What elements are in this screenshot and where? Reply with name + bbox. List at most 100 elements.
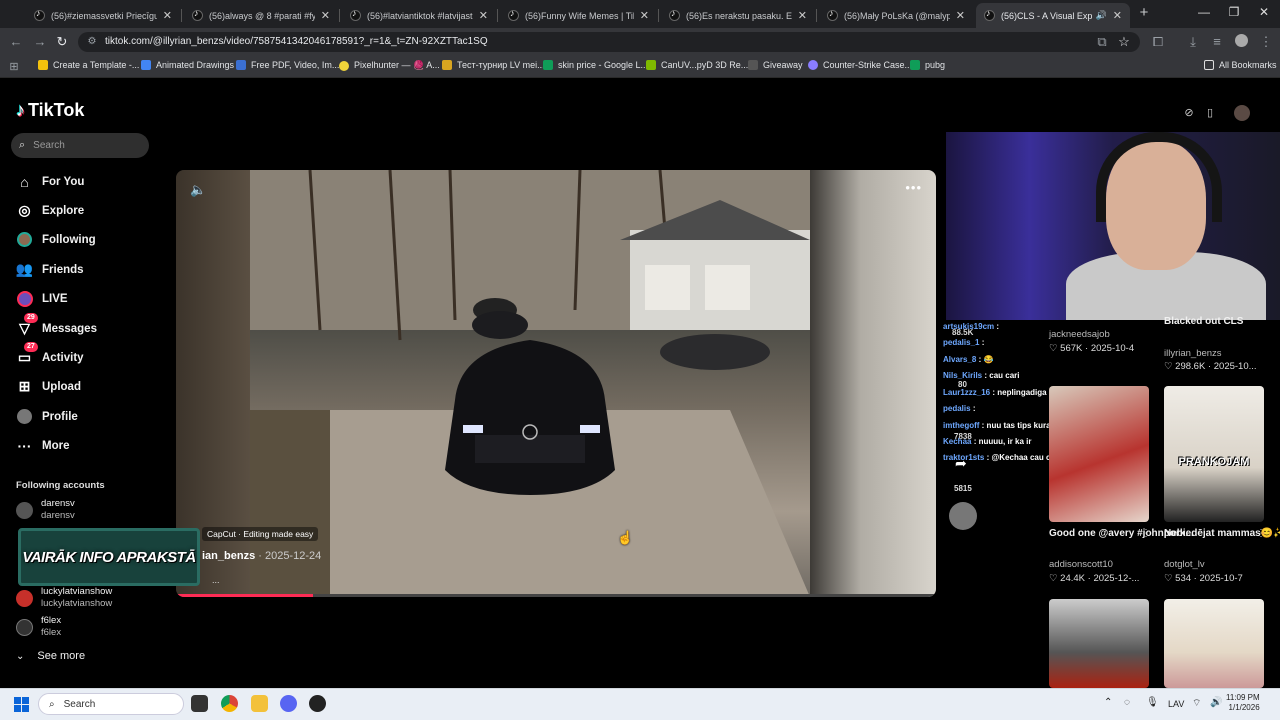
taskbar-search[interactable]: ⌕ Search [38, 693, 184, 715]
related-thumbnail[interactable] [1049, 386, 1149, 522]
close-icon[interactable]: ✕ [640, 9, 649, 22]
microphone-icon[interactable]: 🎙 [1146, 697, 1159, 708]
chrome-menu-icon[interactable]: ⋮ [1258, 34, 1274, 50]
language-indicator[interactable]: LAV [1168, 699, 1184, 709]
apps-grid-icon[interactable]: ⊞ [6, 59, 22, 75]
bookmark-item[interactable]: Pixelhunter — 🧶 A... [339, 60, 440, 71]
related-thumbnail[interactable] [1164, 599, 1264, 688]
browser-tab[interactable]: (56)Mały PoLsKa (@malypolska✕ [819, 3, 973, 28]
video-player[interactable]: 🔈 ••• CapCut · Editing made easy ian_ben… [176, 170, 936, 597]
kebab-menu-icon[interactable]: ⋮ [1141, 528, 1151, 539]
profile-avatar-icon[interactable] [1233, 34, 1249, 50]
nav-friends[interactable]: 👥 Friends [16, 261, 84, 278]
close-icon[interactable]: ✕ [956, 9, 965, 22]
following-account[interactable]: luckylatvianshow luckylatvianshow [16, 586, 112, 610]
close-icon[interactable]: ✕ [479, 9, 488, 22]
tray-chevron-icon[interactable]: ⌃ [1104, 697, 1112, 708]
video-progress-bar[interactable] [176, 594, 936, 597]
obs-icon[interactable] [309, 695, 326, 712]
bookmark-item[interactable]: skin price - Google L... [543, 60, 648, 70]
bookmark-item[interactable]: Create a Template -... [38, 60, 139, 70]
close-icon[interactable]: ✕ [163, 9, 172, 22]
browser-tab[interactable]: (56)#ziemassvetki Priecīgus Krist✕ [26, 3, 180, 28]
following-account[interactable]: f6lex f6lex [16, 615, 61, 639]
task-view-icon[interactable] [191, 695, 208, 712]
windows-start-icon[interactable] [14, 697, 29, 712]
browser-tab[interactable]: (56)Funny Wife Memes | TikTok✕ [500, 3, 657, 28]
media-control-icon[interactable]: ≡ [1209, 34, 1225, 50]
nav-messages[interactable]: ▽ 29 Messages [16, 313, 97, 337]
more-options-icon[interactable]: ••• [905, 180, 922, 195]
tiktok-logo[interactable]: ♪ TikTok [16, 100, 84, 121]
all-bookmarks-button[interactable]: All Bookmarks [1204, 60, 1277, 70]
nav-activity[interactable]: ▭ 27 Activity [16, 342, 84, 366]
see-more-button[interactable]: ⌄ See more [16, 650, 85, 662]
bookmark-item[interactable]: pubg [910, 60, 945, 70]
nav-for-you[interactable]: ⌂ For You [16, 173, 84, 190]
bookmark-star-icon[interactable]: ☆ [1116, 34, 1132, 50]
install-app-icon[interactable]: ⧉ [1094, 34, 1110, 50]
back-icon[interactable]: ← [8, 34, 24, 50]
bookmark-item[interactable]: Giveaway [748, 60, 803, 70]
browser-tab[interactable]: (56)#latviantiktok #latvijastikto✕ [342, 3, 496, 28]
nav-live[interactable]: LIVE [16, 290, 68, 307]
network-icon[interactable]: ◌ [1124, 697, 1130, 708]
related-author[interactable]: dotglot_lv [1164, 559, 1205, 570]
reload-icon[interactable]: ↻ [54, 34, 70, 50]
minimize-button[interactable]: — [1196, 5, 1212, 19]
related-thumbnail[interactable]: PRANKOJAM [1164, 386, 1264, 522]
discord-icon[interactable] [280, 695, 297, 712]
new-tab-button[interactable]: + [1136, 5, 1152, 21]
related-author[interactable]: illyrian_benzs [1164, 348, 1222, 359]
file-explorer-icon[interactable] [251, 695, 268, 712]
search-input[interactable]: ⌕ Search [11, 133, 149, 158]
browser-tab[interactable]: (56)always @ 8 #parati #fyp #v✕ [184, 3, 338, 28]
bookmark-item[interactable]: Counter-Strike Case... [808, 60, 912, 70]
nav-following[interactable]: Following [16, 231, 96, 248]
extensions-icon[interactable]: ⧠ [1150, 34, 1166, 50]
tiktok-favicon-icon [984, 8, 995, 21]
kebab-menu-icon[interactable]: ⋮ [1256, 528, 1266, 539]
activity-icon: ▭ 27 [16, 342, 38, 366]
related-thumbnail[interactable] [1049, 599, 1149, 688]
forward-icon[interactable]: → [32, 34, 48, 50]
following-account[interactable]: darensv darensv [16, 498, 75, 522]
related-author[interactable]: addisonscott10 [1049, 559, 1113, 570]
restore-button[interactable]: ❐ [1226, 5, 1242, 19]
bookmark-favicon-icon [910, 60, 920, 70]
app-phone-icon[interactable]: ▯ [1202, 105, 1218, 121]
speaker-icon[interactable]: 🔊 [1096, 10, 1107, 21]
capcut-label[interactable]: CapCut · Editing made easy [202, 527, 319, 541]
browser-tab[interactable]: (56)Es nerakstu pasaku. Es raksta✕ [661, 3, 815, 28]
close-icon[interactable]: ✕ [798, 9, 807, 22]
nav-more[interactable]: ··· More [16, 437, 70, 454]
nav-explore[interactable]: ◎ Explore [16, 202, 84, 219]
nav-profile[interactable]: Profile [16, 408, 78, 425]
related-title[interactable]: Blacked out CLS [1164, 316, 1243, 327]
taskbar-clock[interactable]: 11:09 PM 1/1/2026 [1226, 693, 1260, 713]
download-icon[interactable]: ⤓ [1185, 34, 1201, 50]
profile-avatar-icon[interactable] [1234, 105, 1250, 121]
get-coins-icon[interactable]: ⊘ [1181, 105, 1197, 121]
wifi-icon[interactable]: ⌔ [1192, 697, 1201, 710]
related-author[interactable]: jackneedsajob [1049, 329, 1110, 340]
video-author[interactable]: ian_benzs · 2025-12-24 [202, 550, 321, 562]
bookmark-item[interactable]: Тест-турнир LV mei... [442, 60, 545, 70]
bookmark-item[interactable]: Free PDF, Video, Im... [236, 60, 339, 70]
volume-icon[interactable]: 🔈 [190, 182, 206, 198]
browser-tab-active[interactable]: (56)CLS - A Visual Experience🔊✕ [976, 3, 1130, 28]
bookmark-item[interactable]: CanUV...pyD 3D Re... [646, 60, 748, 70]
chevron-down-icon: ⌄ [16, 650, 25, 662]
volume-icon[interactable]: 🔊 [1210, 697, 1222, 708]
site-info-icon[interactable]: ⚙ [84, 34, 100, 50]
chrome-taskbar-icon[interactable] [221, 695, 238, 712]
music-disc-icon[interactable] [949, 502, 977, 530]
close-window-button[interactable]: ✕ [1256, 5, 1272, 19]
nav-upload[interactable]: ⊞ Upload [16, 378, 81, 395]
webcam-overlay [946, 132, 1280, 320]
close-icon[interactable]: ✕ [321, 9, 330, 22]
url-text[interactable]: tiktok.com/@illyrian_benzs/video/7587541… [105, 36, 488, 47]
close-icon[interactable]: ✕ [1113, 9, 1122, 22]
bookmark-item[interactable]: Animated Drawings [141, 60, 234, 70]
tiktok-favicon-icon [34, 8, 45, 21]
